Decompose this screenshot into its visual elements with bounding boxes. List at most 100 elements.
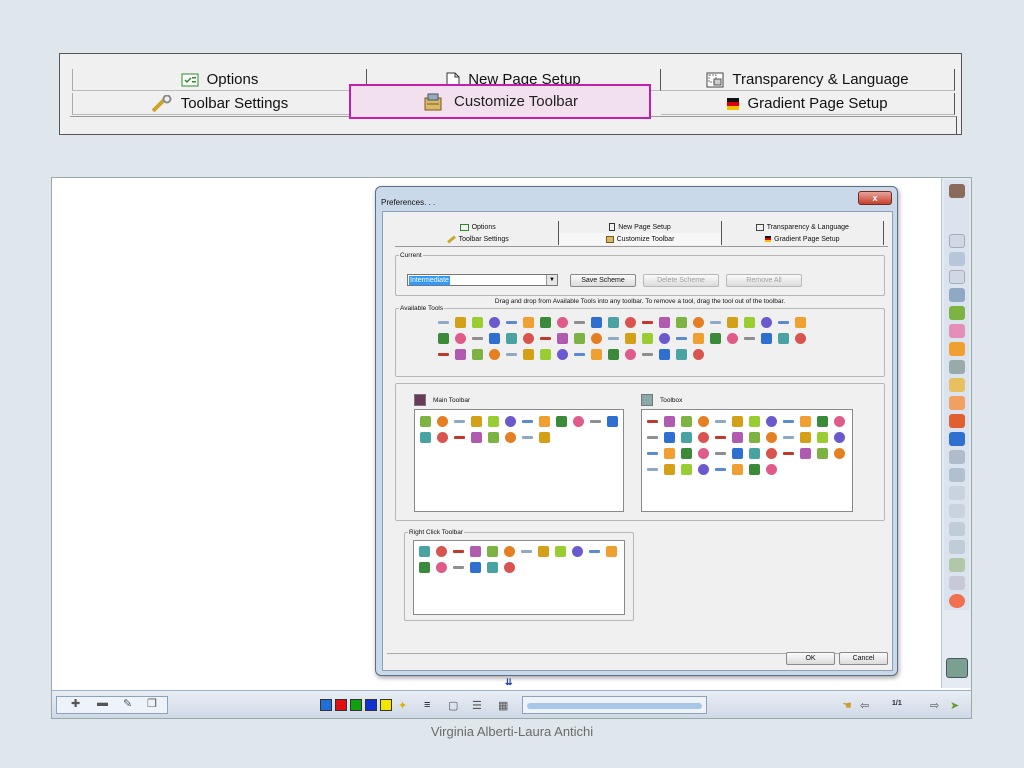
tool-icon[interactable] xyxy=(710,321,721,324)
tool-icon[interactable] xyxy=(715,436,726,439)
delete-icon[interactable] xyxy=(949,414,965,428)
capture-icon[interactable] xyxy=(949,558,965,572)
shape-icon[interactable] xyxy=(949,378,965,392)
windows-icon[interactable]: ❐ xyxy=(147,697,157,710)
tool-icon[interactable] xyxy=(540,337,551,340)
tool-icon[interactable] xyxy=(698,416,709,427)
tab-customize-toolbar-highlight[interactable]: Customize Toolbar xyxy=(349,84,651,119)
scheme-select[interactable]: Intermediate ▼ xyxy=(407,274,558,286)
zoom-in-icon[interactable]: ✚ xyxy=(71,697,80,710)
tool-icon[interactable] xyxy=(834,448,845,459)
tool-icon[interactable] xyxy=(749,432,760,443)
remove-all-button[interactable]: Remove All xyxy=(726,274,802,287)
tool-icon[interactable] xyxy=(437,432,448,443)
tool-icon[interactable] xyxy=(419,562,430,573)
tool-icon[interactable] xyxy=(522,420,533,423)
tool-icon[interactable] xyxy=(488,416,499,427)
tool-icon[interactable] xyxy=(438,353,449,356)
tool-icon[interactable] xyxy=(659,333,670,344)
tool-icon[interactable] xyxy=(744,317,755,328)
tool-icon[interactable] xyxy=(693,333,704,344)
tool-icon[interactable] xyxy=(573,416,584,427)
pen-color-swatch[interactable] xyxy=(350,699,362,711)
tool-icon[interactable] xyxy=(591,333,602,344)
tool-icon[interactable] xyxy=(744,337,755,340)
pen-color-swatch[interactable] xyxy=(380,699,392,711)
calendar-icon[interactable] xyxy=(949,522,965,536)
tab-transparency-language[interactable]: Transparency & Language xyxy=(661,69,955,91)
tool-icon[interactable] xyxy=(455,349,466,360)
tool-icon[interactable] xyxy=(732,432,743,443)
tool-icon[interactable] xyxy=(625,317,636,328)
hand-icon[interactable]: ☚ xyxy=(842,699,852,712)
tool-icon[interactable] xyxy=(749,448,760,459)
tool-icon[interactable] xyxy=(608,349,619,360)
zoom-out-icon[interactable]: ▬ xyxy=(97,697,108,709)
tool-icon[interactable] xyxy=(436,562,447,573)
tool-icon[interactable] xyxy=(608,337,619,340)
ok-button[interactable]: OK xyxy=(786,652,835,665)
tool-icon[interactable] xyxy=(591,317,602,328)
tool-icon[interactable] xyxy=(555,546,566,557)
pointer-icon[interactable]: ➤ xyxy=(950,699,959,712)
tool-icon[interactable] xyxy=(471,432,482,443)
tool-icon[interactable] xyxy=(487,546,498,557)
tool-icon[interactable] xyxy=(642,333,653,344)
tool-icon[interactable] xyxy=(606,546,617,557)
highlighter-icon[interactable] xyxy=(949,324,965,338)
tool-icon[interactable] xyxy=(523,349,534,360)
tool-icon[interactable] xyxy=(505,416,516,427)
close-button[interactable]: x xyxy=(858,191,892,205)
tool-icon[interactable] xyxy=(693,349,704,360)
tool-icon[interactable] xyxy=(522,436,533,439)
tool-icon[interactable] xyxy=(642,321,653,324)
tool-icon[interactable] xyxy=(472,349,483,360)
delete-scheme-button[interactable]: Delete Scheme xyxy=(643,274,719,287)
tool-icon[interactable] xyxy=(783,420,794,423)
pen-color-swatch[interactable] xyxy=(320,699,332,711)
save-scheme-button[interactable]: Save Scheme xyxy=(570,274,636,287)
chevron-down-icon[interactable]: ▼ xyxy=(546,275,557,285)
tool-icon[interactable] xyxy=(681,432,692,443)
forward-icon[interactable] xyxy=(949,504,965,518)
tool-icon[interactable] xyxy=(749,416,760,427)
tool-icon[interactable] xyxy=(420,432,431,443)
next-page-icon[interactable]: ⇨ xyxy=(930,699,939,712)
tool-icon[interactable] xyxy=(455,333,466,344)
swap-icon[interactable] xyxy=(949,432,965,446)
tool-icon[interactable] xyxy=(647,452,658,455)
tool-icon[interactable] xyxy=(647,420,658,423)
tool-icon[interactable] xyxy=(437,416,448,427)
tool-icon[interactable] xyxy=(538,546,549,557)
tool-icon[interactable] xyxy=(438,333,449,344)
tool-icon[interactable] xyxy=(766,448,777,459)
tool-icon[interactable] xyxy=(664,432,675,443)
select-icon[interactable] xyxy=(949,288,965,302)
tool-icon[interactable] xyxy=(608,317,619,328)
tool-icon[interactable] xyxy=(419,546,430,557)
tool-icon[interactable] xyxy=(761,317,772,328)
tool-icon[interactable] xyxy=(591,349,602,360)
tool-icon[interactable] xyxy=(766,416,777,427)
tool-icon[interactable] xyxy=(659,317,670,328)
grid-icon[interactable]: ▦ xyxy=(498,699,508,712)
tool-icon[interactable] xyxy=(487,562,498,573)
mouse-icon[interactable] xyxy=(949,234,965,248)
close-icon[interactable] xyxy=(949,594,965,608)
tool-icon[interactable] xyxy=(778,321,789,324)
tool-icon[interactable] xyxy=(506,333,517,344)
eraser-icon[interactable] xyxy=(949,342,965,356)
tool-icon[interactable] xyxy=(505,432,516,443)
tool-icon[interactable] xyxy=(800,432,811,443)
tab-toolbar-settings[interactable]: Toolbar Settings xyxy=(72,93,367,115)
tool-icon[interactable] xyxy=(664,464,675,475)
tool-icon[interactable] xyxy=(647,468,658,471)
tool-icon[interactable] xyxy=(749,464,760,475)
tool-icon[interactable] xyxy=(676,349,687,360)
tool-icon[interactable] xyxy=(504,546,515,557)
double-arrow-down-icon[interactable]: ⇊ xyxy=(505,677,513,688)
tab-new-page-setup[interactable]: New Page Setup xyxy=(559,221,722,233)
tool-icon[interactable] xyxy=(489,317,500,328)
tool-icon[interactable] xyxy=(715,452,726,455)
tool-icon[interactable] xyxy=(454,436,465,439)
